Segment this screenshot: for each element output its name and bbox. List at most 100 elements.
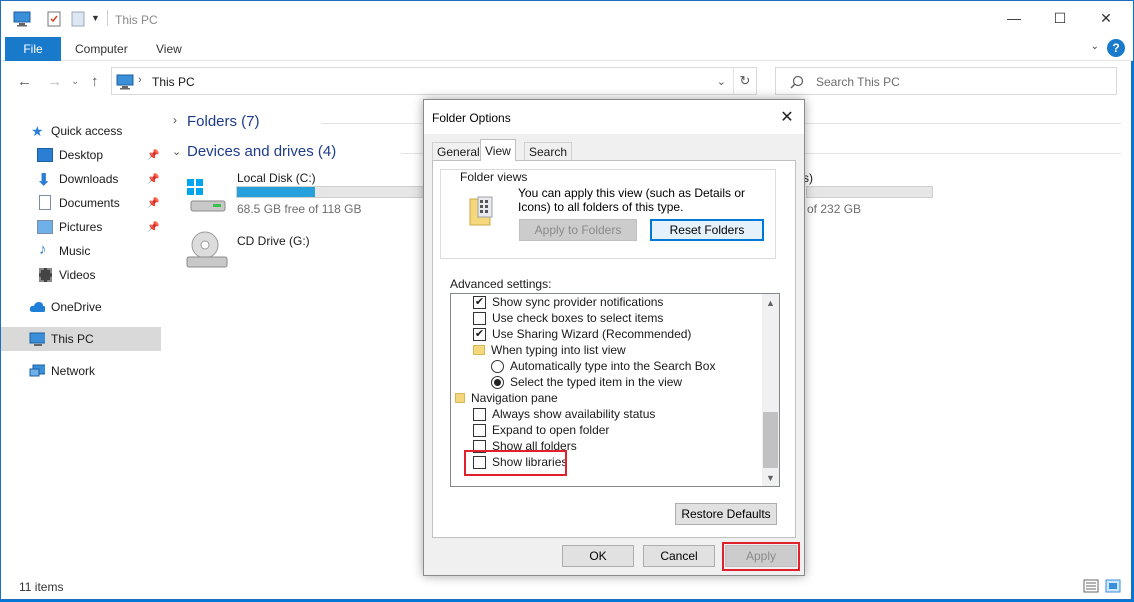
- setting-label: Navigation pane: [471, 391, 558, 405]
- view-layout-icons: [1083, 579, 1121, 593]
- drive-free-space: 68.5 GB free of 118 GB: [237, 202, 362, 216]
- sidebar-item-pictures[interactable]: Pictures 📌: [1, 215, 161, 239]
- checkbox[interactable]: [473, 423, 486, 437]
- setting-select-typed-item[interactable]: Select the typed item in the view: [491, 374, 682, 390]
- documents-icon: [39, 195, 51, 210]
- sidebar-item-network[interactable]: Network: [1, 359, 161, 383]
- pin-icon: 📌: [147, 173, 160, 185]
- reset-folders-button[interactable]: Reset Folders: [650, 219, 764, 241]
- properties-icon[interactable]: [47, 11, 61, 27]
- computer-icon: [116, 74, 134, 90]
- setting-use-sharing-wizard[interactable]: ✔ Use Sharing Wizard (Recommended): [473, 326, 691, 342]
- sidebar-item-label: Network: [51, 364, 96, 378]
- help-icon[interactable]: ?: [1107, 39, 1125, 57]
- sidebar-item-onedrive[interactable]: OneDrive: [1, 295, 161, 319]
- search-input[interactable]: Search This PC: [816, 75, 900, 89]
- maximize-button[interactable]: ☐: [1037, 1, 1083, 35]
- hard-drive-icon: [187, 179, 226, 212]
- star-icon: ★: [31, 123, 44, 139]
- desktop-icon: [37, 148, 53, 162]
- scrollbar-thumb[interactable]: [763, 412, 778, 468]
- sidebar-item-documents[interactable]: Documents 📌: [1, 191, 161, 215]
- refresh-icon[interactable]: ↻: [734, 68, 756, 94]
- forward-arrow-icon[interactable]: →: [47, 73, 62, 90]
- sidebar-item-label: OneDrive: [51, 300, 102, 314]
- drive-free-space: of 232 GB: [807, 202, 862, 216]
- cancel-button[interactable]: Cancel: [643, 545, 715, 567]
- details-view-icon[interactable]: [1083, 579, 1099, 593]
- tab-general[interactable]: General: [432, 142, 485, 160]
- pin-icon: 📌: [147, 197, 160, 209]
- large-icons-view-icon[interactable]: [1105, 579, 1121, 593]
- setting-auto-type-search-box[interactable]: Automatically type into the Search Box: [491, 358, 715, 374]
- checkbox[interactable]: [473, 311, 486, 325]
- dialog-title-bar: Folder Options ✕: [424, 100, 804, 134]
- music-icon: ♪: [39, 241, 47, 258]
- folders-group-header[interactable]: Folders (7): [187, 113, 260, 130]
- close-icon[interactable]: ✕: [776, 106, 798, 128]
- sidebar-item-quick-access[interactable]: ★ Quick access: [1, 119, 161, 143]
- up-arrow-icon[interactable]: ↑: [91, 73, 99, 90]
- tab-view[interactable]: View: [480, 139, 516, 161]
- setting-always-show-availability[interactable]: Always show availability status: [473, 406, 655, 422]
- cd-drive-icon: [186, 231, 228, 268]
- recent-locations-icon[interactable]: ⌄: [71, 76, 79, 87]
- checkbox[interactable]: [473, 407, 486, 421]
- setting-group-typing-list-view: When typing into list view: [473, 342, 626, 358]
- ok-button[interactable]: OK: [562, 545, 634, 567]
- close-button[interactable]: ✕: [1083, 1, 1129, 35]
- back-arrow-icon[interactable]: ←: [17, 73, 32, 90]
- sidebar-item-label: Desktop: [59, 148, 104, 162]
- scroll-down-icon[interactable]: ▼: [762, 469, 779, 486]
- sidebar-item-label: Videos: [59, 268, 96, 282]
- setting-label: When typing into list view: [491, 343, 626, 357]
- sidebar-item-downloads[interactable]: ⬇ Downloads 📌: [1, 167, 161, 191]
- setting-show-sync-provider-notifications[interactable]: ✔ Show sync provider notifications: [473, 294, 663, 310]
- chevron-right-icon[interactable]: ›: [173, 113, 177, 127]
- search-box[interactable]: Search This PC: [775, 67, 1117, 95]
- tab-search[interactable]: Search: [524, 142, 573, 160]
- navigation-bar: ← → ⌄ ↑ › This PC ⌄ ↻ Search This PC: [1, 63, 1133, 99]
- scroll-up-icon[interactable]: ▲: [762, 294, 779, 311]
- radio-button[interactable]: [491, 359, 504, 373]
- radio-button-selected[interactable]: [491, 375, 504, 389]
- address-path: This PC: [152, 75, 195, 89]
- restore-defaults-button[interactable]: Restore Defaults: [675, 503, 777, 525]
- sidebar-item-videos[interactable]: Videos: [1, 263, 161, 287]
- setting-expand-to-open-folder[interactable]: Expand to open folder: [473, 422, 609, 438]
- customize-toolbar-icon[interactable]: ▼: [91, 13, 100, 23]
- ribbon-tabs: File Computer View ⌄ ?: [1, 35, 1133, 61]
- computer-icon: [29, 332, 45, 346]
- sidebar-item-label: Documents: [59, 196, 120, 210]
- advanced-settings-label: Advanced settings:: [450, 277, 552, 291]
- setting-use-check-boxes[interactable]: Use check boxes to select items: [473, 310, 663, 326]
- chevron-down-icon[interactable]: ⌄: [172, 145, 181, 158]
- title-bar: ▼ This PC — ☐ ✕: [1, 1, 1133, 35]
- checkbox-checked[interactable]: ✔: [473, 327, 486, 341]
- chevron-down-icon[interactable]: ⌄: [1091, 41, 1099, 52]
- checkbox-checked[interactable]: ✔: [473, 295, 486, 309]
- settings-scrollbar[interactable]: ▲ ▼: [762, 294, 779, 486]
- tab-computer[interactable]: Computer: [75, 42, 128, 56]
- address-dropdown-icon[interactable]: ⌄: [717, 75, 726, 88]
- new-folder-icon[interactable]: [71, 11, 85, 27]
- folder-views-label: Folder views: [458, 170, 530, 184]
- pin-icon: 📌: [147, 221, 160, 233]
- sidebar-item-label: Pictures: [59, 220, 103, 234]
- search-icon: [790, 75, 804, 89]
- apply-to-folders-button[interactable]: Apply to Folders: [519, 219, 637, 241]
- setting-label: Select the typed item in the view: [510, 375, 683, 389]
- tab-view[interactable]: View: [156, 42, 182, 56]
- minimize-button[interactable]: —: [991, 1, 1037, 35]
- status-item-count: 11 items: [19, 580, 64, 594]
- setting-label: Use Sharing Wizard (Recommended): [492, 327, 692, 341]
- pin-icon: 📌: [147, 149, 160, 161]
- setting-label: Always show availability status: [492, 407, 656, 421]
- sidebar-item-this-pc[interactable]: This PC: [1, 327, 161, 351]
- devices-group-header[interactable]: Devices and drives (4): [187, 143, 336, 160]
- sidebar-item-desktop[interactable]: Desktop 📌: [1, 143, 161, 167]
- sidebar-item-music[interactable]: ♪ Music: [1, 239, 161, 263]
- network-icon: [29, 364, 45, 377]
- address-bar[interactable]: › This PC ⌄ ↻: [111, 67, 757, 95]
- tab-file[interactable]: File: [5, 37, 61, 61]
